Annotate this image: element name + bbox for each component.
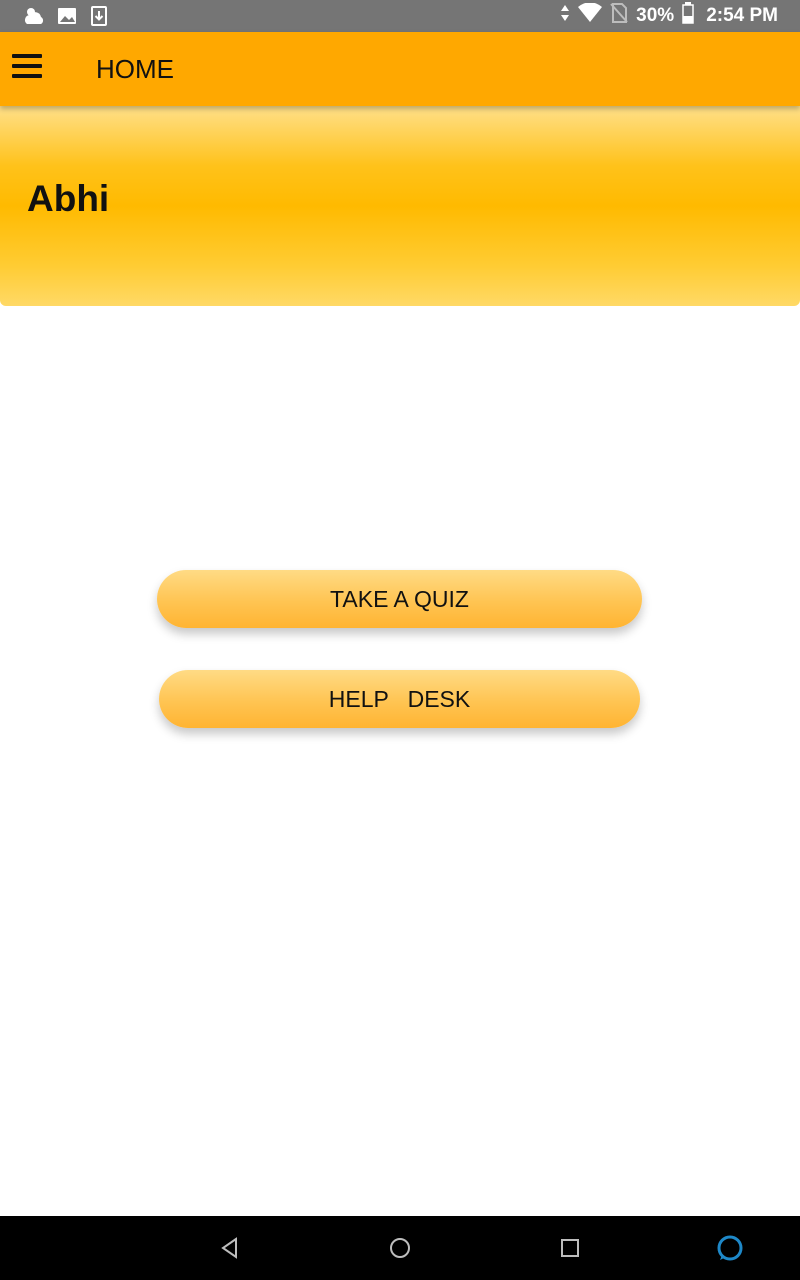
system-nav-bar xyxy=(0,1216,800,1280)
status-indicators: 30% 2:54 PM xyxy=(560,0,778,32)
profile-banner: Abhi xyxy=(0,106,800,306)
user-name: Abhi xyxy=(27,178,110,219)
weather-icon xyxy=(22,4,46,33)
hamburger-menu-icon[interactable] xyxy=(12,54,42,84)
assistant-icon[interactable] xyxy=(714,1232,746,1264)
status-notifications xyxy=(22,4,110,33)
clock: 2:54 PM xyxy=(706,5,778,26)
wifi-icon xyxy=(578,2,603,29)
status-bar: 30% 2:54 PM xyxy=(0,0,800,32)
help-desk-button[interactable]: HELP DESK xyxy=(159,670,640,728)
image-icon xyxy=(56,5,78,32)
back-icon[interactable] xyxy=(214,1232,246,1264)
battery-percent: 30% xyxy=(636,5,675,26)
page-title: HOME xyxy=(96,54,174,84)
app-bar: HOME xyxy=(0,32,800,106)
recents-icon[interactable] xyxy=(554,1232,586,1264)
no-sim-icon xyxy=(610,2,628,30)
home-screen: 30% 2:54 PM HOME Abhi TAKE A QUIZ HELP D… xyxy=(0,0,800,1280)
battery-icon xyxy=(682,2,694,30)
take-quiz-button[interactable]: TAKE A QUIZ xyxy=(157,570,642,628)
data-arrows-icon xyxy=(560,3,570,29)
home-icon[interactable] xyxy=(384,1232,416,1264)
download-icon xyxy=(88,5,110,32)
